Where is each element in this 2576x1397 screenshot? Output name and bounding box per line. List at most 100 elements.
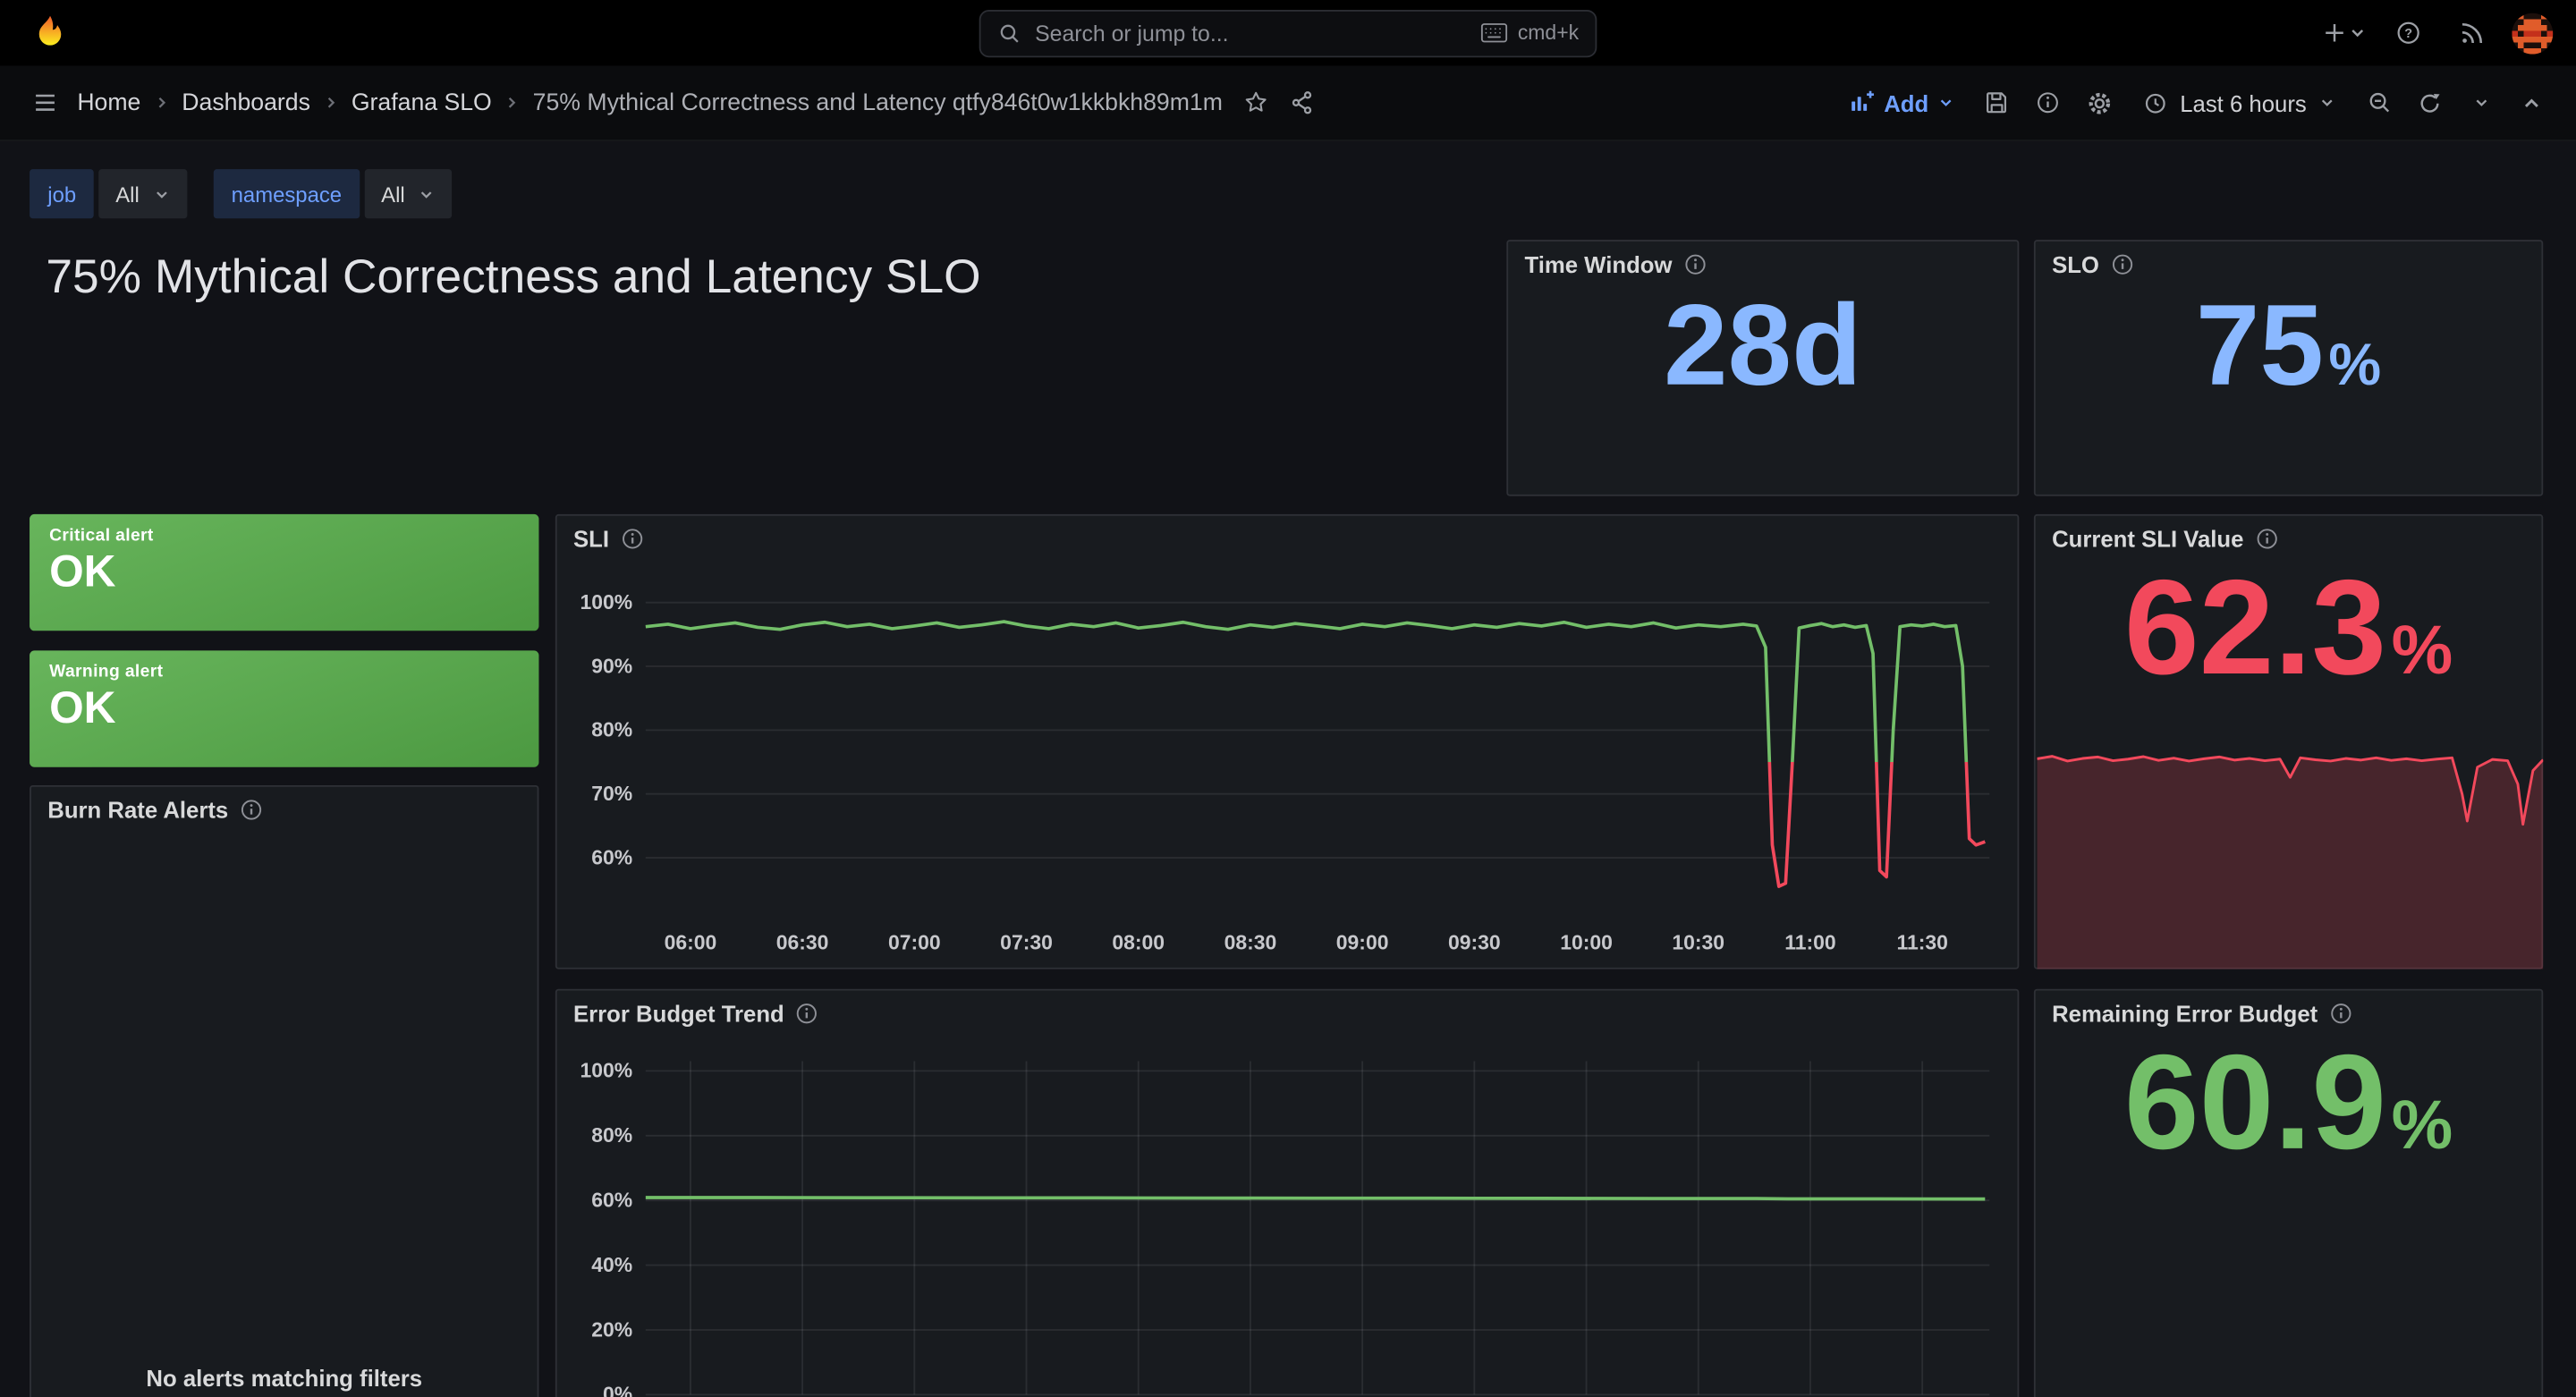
sli-chart[interactable]: 06:0006:3007:0007:3008:0008:3009:0009:30… [557, 562, 2018, 969]
info-icon[interactable] [2255, 528, 2278, 551]
panel-burn-rate-header[interactable]: Burn Rate Alerts [31, 787, 538, 833]
error-budget-trend-chart[interactable]: 100%80%60%40%20%0% [557, 1037, 2018, 1397]
svg-text:90%: 90% [591, 654, 632, 677]
template-variables: job All namespace All [30, 169, 453, 218]
svg-text:10:00: 10:00 [1560, 931, 1613, 954]
svg-text:?: ? [2404, 27, 2412, 41]
time-range-picker[interactable]: Last 6 hours [2129, 76, 2349, 129]
rss-icon [2457, 19, 2485, 47]
svg-text:11:00: 11:00 [1784, 931, 1835, 954]
variable-namespace-select[interactable]: All [365, 169, 453, 218]
panel-title: Time Window [1524, 251, 1672, 277]
svg-text:40%: 40% [591, 1253, 632, 1276]
svg-text:100%: 100% [580, 590, 632, 614]
share-icon [1289, 89, 1317, 116]
svg-text:60%: 60% [591, 1189, 632, 1212]
time-zoom-out-button[interactable] [2358, 78, 2401, 127]
panel-burn-rate-alerts: Burn Rate Alerts No alerts matching filt… [30, 785, 538, 1397]
breadcrumb-current: 75% Mythical Correctness and Latency qtf… [526, 89, 1229, 115]
panel-error-budget-trend: Error Budget Trend 100%80%60%40%20%0% [555, 989, 2020, 1397]
variable-namespace-label: namespace [213, 169, 360, 218]
current-sli-unit: % [2392, 616, 2453, 685]
variable-job-select[interactable]: All [99, 169, 187, 218]
panel-time-window: Time Window 28d [1506, 240, 2019, 496]
add-panel-icon [1848, 89, 1876, 116]
dashboard-toolbar: Home Dashboards Grafana SLO 75% Mythical… [0, 65, 2576, 140]
add-button-label: Add [1884, 89, 1928, 115]
alert-status: OK [49, 682, 519, 737]
svg-text:10:30: 10:30 [1672, 931, 1724, 954]
remaining-budget-value: 60.9 [2124, 1037, 2386, 1172]
grafana-logo-icon[interactable] [30, 13, 71, 54]
current-sli-value: 62.3 [2124, 562, 2386, 697]
variable-namespace: namespace All [213, 169, 453, 218]
favorite-button[interactable] [1234, 78, 1277, 127]
panel-remaining-error-budget: Remaining Error Budget 60.9 % [2034, 989, 2543, 1397]
chevron-down-icon [152, 185, 170, 203]
chevron-down-icon [418, 185, 436, 203]
chevron-down-icon [2318, 94, 2336, 112]
info-icon[interactable] [240, 799, 263, 822]
hamburger-icon [30, 89, 58, 116]
plus-icon [2321, 20, 2347, 46]
panel-sli-header[interactable]: SLI [557, 516, 2018, 562]
panel-current-sli-header[interactable]: Current SLI Value [2036, 516, 2542, 562]
panel-error-budget-header[interactable]: Error Budget Trend [557, 991, 2018, 1037]
info-icon[interactable] [2111, 253, 2134, 276]
info-icon[interactable] [2329, 1002, 2352, 1025]
star-icon [1241, 89, 1269, 116]
search-input[interactable]: Search or jump to... cmd+k [979, 9, 1597, 56]
svg-text:08:30: 08:30 [1224, 931, 1277, 954]
menu-toggle-button[interactable] [23, 78, 66, 127]
svg-text:06:30: 06:30 [776, 931, 829, 954]
save-icon [1984, 89, 2012, 116]
time-window-value: 28d [1664, 287, 1862, 402]
svg-text:100%: 100% [580, 1059, 632, 1082]
critical-alert-item[interactable]: Critical alert OK [30, 514, 538, 631]
chevron-down-icon [1936, 94, 1954, 112]
info-icon[interactable] [621, 528, 644, 551]
search-placeholder: Search or jump to... [1035, 21, 1228, 46]
news-button[interactable] [2450, 8, 2493, 57]
breadcrumb-folder[interactable]: Grafana SLO [344, 89, 498, 115]
breadcrumb: Home Dashboards Grafana SLO 75% Mythical… [23, 78, 1325, 127]
share-button[interactable] [1282, 78, 1325, 127]
add-button[interactable]: Add [1835, 76, 1968, 129]
page-title: 75% Mythical Correctness and Latency SLO [46, 251, 980, 306]
no-alerts-message: No alerts matching filters [31, 1365, 538, 1391]
user-avatar[interactable] [2512, 13, 2553, 54]
panel-title: Current SLI Value [2052, 526, 2243, 552]
warning-alert-item[interactable]: Warning alert OK [30, 650, 538, 766]
svg-text:80%: 80% [591, 718, 632, 741]
svg-text:80%: 80% [591, 1123, 632, 1147]
dashboard-settings-button[interactable] [2078, 78, 2121, 127]
breadcrumb-home[interactable]: Home [71, 89, 148, 115]
svg-text:07:00: 07:00 [888, 931, 941, 954]
svg-text:09:00: 09:00 [1336, 931, 1389, 954]
chevron-down-icon [2471, 94, 2489, 112]
panel-current-sli-value: Current SLI Value 62.3 % [2034, 514, 2543, 969]
panel-title: SLI [573, 526, 609, 552]
chevron-up-icon [2521, 91, 2544, 114]
panel-slo: SLO 75 % [2034, 240, 2543, 496]
gear-icon [2085, 88, 2114, 117]
alert-status: OK [49, 546, 519, 601]
panel-title: Burn Rate Alerts [47, 797, 228, 823]
refresh-interval-picker[interactable] [2460, 78, 2503, 127]
keyboard-icon [1480, 21, 1508, 45]
dashboard-insights-button[interactable] [2027, 78, 2070, 127]
time-range-label: Last 6 hours [2180, 89, 2307, 115]
breadcrumb-dashboards[interactable]: Dashboards [175, 89, 317, 115]
new-item-button[interactable] [2321, 8, 2367, 57]
info-icon[interactable] [796, 1002, 819, 1025]
alert-label: Critical alert [49, 526, 519, 546]
info-icon[interactable] [1683, 253, 1707, 276]
top-actions: ? [2321, 8, 2553, 57]
panel-sli: SLI 06:0006:3007:0007:3008:0008:3009:000… [555, 514, 2020, 969]
help-button[interactable]: ? [2387, 8, 2430, 57]
collapse-toolbar-button[interactable] [2511, 78, 2554, 127]
alert-label: Warning alert [49, 662, 519, 682]
svg-text:0%: 0% [603, 1383, 632, 1397]
refresh-button[interactable] [2409, 78, 2452, 127]
save-dashboard-button[interactable] [1976, 78, 2019, 127]
